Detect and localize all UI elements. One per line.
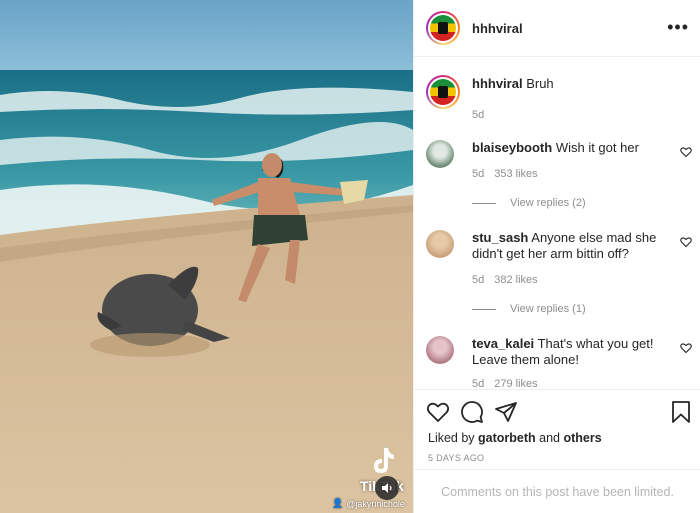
comment-body: blaiseybooth Wish it got her bbox=[472, 140, 662, 156]
comment-likes[interactable]: 353 likes bbox=[494, 168, 537, 180]
caption: hhhviral Bruh 5d bbox=[426, 75, 554, 121]
heart-icon[interactable] bbox=[680, 236, 692, 248]
tiktok-logo-icon bbox=[374, 446, 394, 473]
post-header: hhhviral ••• bbox=[414, 0, 700, 57]
comment-item: stu_sash Anyone else mad she didn't get … bbox=[426, 230, 696, 320]
liked-by-others[interactable]: others bbox=[563, 431, 601, 445]
caption-time: 5d bbox=[472, 109, 485, 121]
comment-username[interactable]: teva_kalei bbox=[472, 336, 534, 351]
heart-icon[interactable] bbox=[426, 400, 450, 424]
comment-item: teva_kalei That's what you get! Leave th… bbox=[426, 336, 696, 388]
post-modal: TikTok 👤 @jakynnichole hhhviral ••• bbox=[0, 0, 700, 513]
post-actions: Liked by gatorbeth and others 5 DAYS AGO bbox=[414, 389, 700, 463]
video-frame bbox=[0, 0, 413, 513]
action-icons-row bbox=[426, 400, 690, 424]
heart-icon[interactable] bbox=[680, 342, 692, 354]
liked-by-mid: and bbox=[535, 431, 564, 445]
heart-icon[interactable] bbox=[680, 146, 692, 158]
comment-time[interactable]: 5d bbox=[472, 274, 484, 286]
caption-text-block: hhhviral Bruh bbox=[472, 75, 554, 109]
comment-time[interactable]: 5d bbox=[472, 378, 484, 388]
comment-likes[interactable]: 382 likes bbox=[494, 274, 537, 286]
caption-username[interactable]: hhhviral bbox=[472, 76, 523, 91]
comment-meta: 5d 279 likes bbox=[472, 378, 538, 388]
commenter-avatar[interactable] bbox=[426, 140, 454, 168]
comment-likes[interactable]: 279 likes bbox=[494, 378, 537, 388]
comment-time[interactable]: 5d bbox=[472, 168, 484, 180]
liked-by-prefix: Liked by bbox=[428, 431, 479, 445]
more-horizontal-icon[interactable]: ••• bbox=[667, 18, 689, 36]
post-date[interactable]: 5 DAYS AGO bbox=[428, 453, 484, 463]
comment-item: blaiseybooth Wish it got her 5d 353 like… bbox=[426, 140, 696, 210]
share-icon[interactable] bbox=[494, 400, 518, 424]
comment-username[interactable]: blaiseybooth bbox=[472, 140, 552, 155]
view-replies-label: View replies (1) bbox=[510, 303, 586, 315]
caption-text: Bruh bbox=[526, 76, 554, 91]
view-replies-button[interactable]: View replies (2) bbox=[472, 197, 586, 209]
post-side-panel: hhhviral ••• hhhviral Bruh 5d blaiseyboo… bbox=[413, 0, 700, 513]
commenter-avatar[interactable] bbox=[426, 336, 454, 364]
comment-meta: 5d 382 likes bbox=[472, 274, 538, 286]
comment-meta: 5d 353 likes bbox=[472, 168, 538, 180]
liked-by-user[interactable]: gatorbeth bbox=[478, 431, 536, 445]
comment-username[interactable]: stu_sash bbox=[472, 230, 528, 245]
mute-button[interactable] bbox=[375, 476, 399, 500]
commenter-avatar[interactable] bbox=[426, 230, 454, 258]
caption-avatar[interactable] bbox=[426, 75, 460, 109]
comment-body: stu_sash Anyone else mad she didn't get … bbox=[472, 230, 662, 262]
bookmark-icon[interactable] bbox=[669, 400, 693, 424]
creator-handle: 👤 @jakynnichole bbox=[332, 498, 405, 509]
comments-limited-notice: Comments on this post have been limited. bbox=[414, 469, 700, 513]
creator-handle-text: @jakynnichole bbox=[346, 498, 405, 509]
comment-text: Wish it got her bbox=[555, 140, 639, 155]
author-username[interactable]: hhhviral bbox=[472, 21, 523, 36]
view-replies-label: View replies (2) bbox=[510, 197, 586, 209]
video-player[interactable]: TikTok 👤 @jakynnichole bbox=[0, 0, 413, 513]
speaker-icon bbox=[382, 483, 392, 493]
comment-body: teva_kalei That's what you get! Leave th… bbox=[472, 336, 662, 368]
comments-list[interactable]: hhhviral Bruh 5d blaiseybooth Wish it go… bbox=[414, 58, 700, 388]
comment-icon[interactable] bbox=[460, 400, 484, 424]
liked-by-line: Liked by gatorbeth and others bbox=[428, 431, 602, 445]
author-avatar[interactable] bbox=[426, 11, 460, 45]
person-icon: 👤 bbox=[332, 498, 344, 508]
view-replies-button[interactable]: View replies (1) bbox=[472, 303, 586, 315]
